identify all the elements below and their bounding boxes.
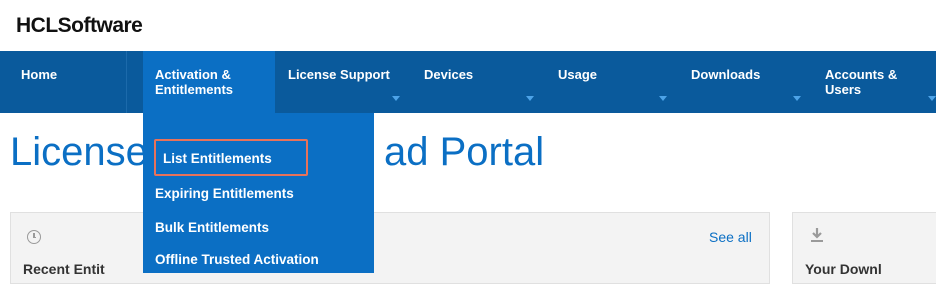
- nav-item-license-support[interactable]: License Support: [275, 51, 408, 113]
- nav-item-accounts-users[interactable]: Accounts & Users: [809, 51, 936, 113]
- menu-item-label: List Entitlements: [163, 151, 272, 166]
- card-title: Your Downl: [805, 261, 882, 277]
- menu-item-label: Expiring Entitlements: [155, 186, 294, 201]
- chevron-down-icon: [526, 96, 534, 101]
- menu-item-expiring-entitlements[interactable]: Expiring Entitlements: [155, 186, 294, 201]
- clock-icon: [27, 230, 41, 244]
- nav-separator: [126, 51, 127, 113]
- hclsoftware-logo[interactable]: HCLSoftware: [16, 14, 143, 38]
- chevron-down-icon: [392, 96, 400, 101]
- nav-item-label: License Support: [288, 67, 390, 82]
- nav-item-activation-entitlements[interactable]: Activation & Entitlements: [143, 51, 275, 113]
- menu-item-bulk-entitlements[interactable]: Bulk Entitlements: [155, 220, 269, 235]
- chevron-down-icon: [659, 96, 667, 101]
- main-nav: Home Activation & Entitlements License S…: [0, 51, 936, 113]
- nav-item-label: Usage: [558, 67, 598, 82]
- download-icon: [811, 228, 823, 242]
- page-title: License ad Portal: [10, 130, 544, 175]
- see-all-link[interactable]: See all: [709, 229, 752, 245]
- menu-item-list-entitlements[interactable]: List Entitlements: [154, 139, 308, 176]
- nav-item-label: Home: [21, 67, 58, 82]
- chevron-down-icon: [928, 96, 936, 101]
- nav-item-devices[interactable]: Devices: [408, 51, 542, 113]
- activation-entitlements-dropdown: List Entitlements Expiring Entitlements …: [143, 113, 374, 273]
- recent-entitlements-card: See all Recent Entit: [10, 212, 770, 284]
- page-title-left: License: [10, 130, 148, 174]
- nav-item-label: Downloads: [691, 67, 761, 82]
- page-title-right: ad Portal: [384, 130, 545, 174]
- nav-item-downloads[interactable]: Downloads: [675, 51, 809, 113]
- nav-item-label: Accounts & Users: [825, 67, 898, 97]
- chevron-down-icon: [793, 96, 801, 101]
- card-title: Recent Entit: [23, 261, 105, 277]
- nav-item-usage[interactable]: Usage: [542, 51, 675, 113]
- nav-item-label: Devices: [424, 67, 474, 82]
- menu-item-label: Bulk Entitlements: [155, 220, 270, 235]
- nav-item-home[interactable]: Home: [0, 51, 126, 113]
- nav-item-label: Activation & Entitlements: [155, 67, 234, 97]
- menu-item-offline-trusted-activation[interactable]: Offline Trusted Activation: [155, 252, 319, 267]
- downloads-card: Your Downl: [792, 212, 936, 284]
- menu-item-label: Offline Trusted Activation: [155, 252, 319, 267]
